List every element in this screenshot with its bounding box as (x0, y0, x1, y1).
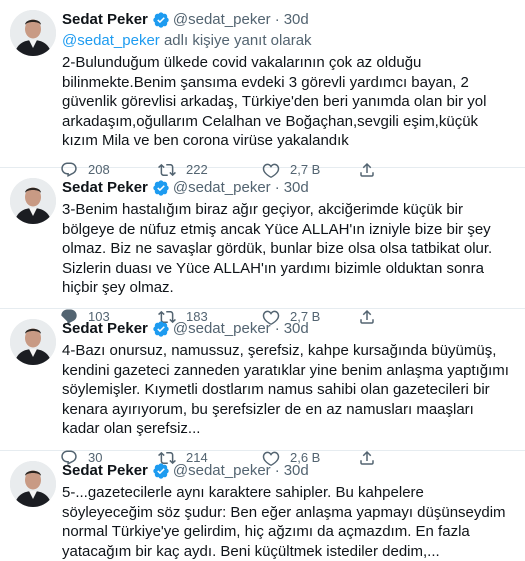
timestamp[interactable]: 30d (284, 10, 309, 30)
verified-badge-icon (153, 463, 169, 479)
tweet[interactable]: Sedat Peker @sedat_peker · 30d 3-Benim h… (0, 168, 525, 325)
avatar[interactable] (10, 319, 56, 365)
author-handle[interactable]: @sedat_peker (173, 319, 271, 339)
verified-badge-icon (153, 180, 169, 196)
separator-dot: · (274, 179, 280, 196)
author-handle[interactable]: @sedat_peker (173, 178, 271, 198)
author-handle[interactable]: @sedat_peker (173, 461, 271, 481)
author-name[interactable]: Sedat Peker (62, 10, 148, 30)
tweet-text: 2-Bulunduğum ülkede covid vakalarının ço… (62, 54, 487, 149)
verified-badge-icon (153, 12, 169, 28)
verified-badge-icon (153, 321, 169, 337)
timestamp[interactable]: 30d (284, 319, 309, 339)
separator-dot: · (274, 11, 280, 28)
avatar[interactable] (10, 178, 56, 224)
reply-mention-link[interactable]: @sedat_peker (62, 32, 160, 49)
tweet-header: Sedat Peker @sedat_peker · 30d (62, 461, 513, 481)
tweet-text: 4-Bazı onursuz, namussuz, şerefsiz, kahp… (62, 342, 509, 437)
tweet-text: 5-...gazetecilerle aynı karaktere sahipl… (62, 484, 506, 560)
author-name[interactable]: Sedat Peker (62, 461, 148, 481)
author-name[interactable]: Sedat Peker (62, 178, 148, 198)
avatar[interactable] (10, 10, 56, 56)
author-handle[interactable]: @sedat_peker (173, 10, 271, 30)
timestamp[interactable]: 30d (284, 178, 309, 198)
tweet[interactable]: Sedat Peker @sedat_peker · 30d @sedat_pe… (0, 0, 525, 178)
tweet-header: Sedat Peker @sedat_peker · 30d (62, 10, 513, 30)
tweet-header: Sedat Peker @sedat_peker · 30d (62, 178, 513, 198)
timeline: Sedat Peker @sedat_peker · 30d @sedat_pe… (0, 0, 525, 560)
separator-dot: · (274, 320, 280, 337)
reply-context-text: adlı kişiye yanıt olarak (159, 32, 312, 49)
avatar[interactable] (10, 461, 56, 507)
tweet-header: Sedat Peker @sedat_peker · 30d (62, 319, 513, 339)
reply-context: @sedat_peker adlı kişiye yanıt olarak (62, 31, 513, 51)
tweet[interactable]: Sedat Peker @sedat_peker · 30d 5-...gaze… (0, 451, 525, 560)
tweet[interactable]: Sedat Peker @sedat_peker · 30d 4-Bazı on… (0, 309, 525, 466)
author-name[interactable]: Sedat Peker (62, 319, 148, 339)
tweet-text: 3-Benim hastalığım biraz ağır geçiyor, a… (62, 201, 493, 296)
separator-dot: · (274, 462, 280, 479)
timestamp[interactable]: 30d (284, 461, 309, 481)
